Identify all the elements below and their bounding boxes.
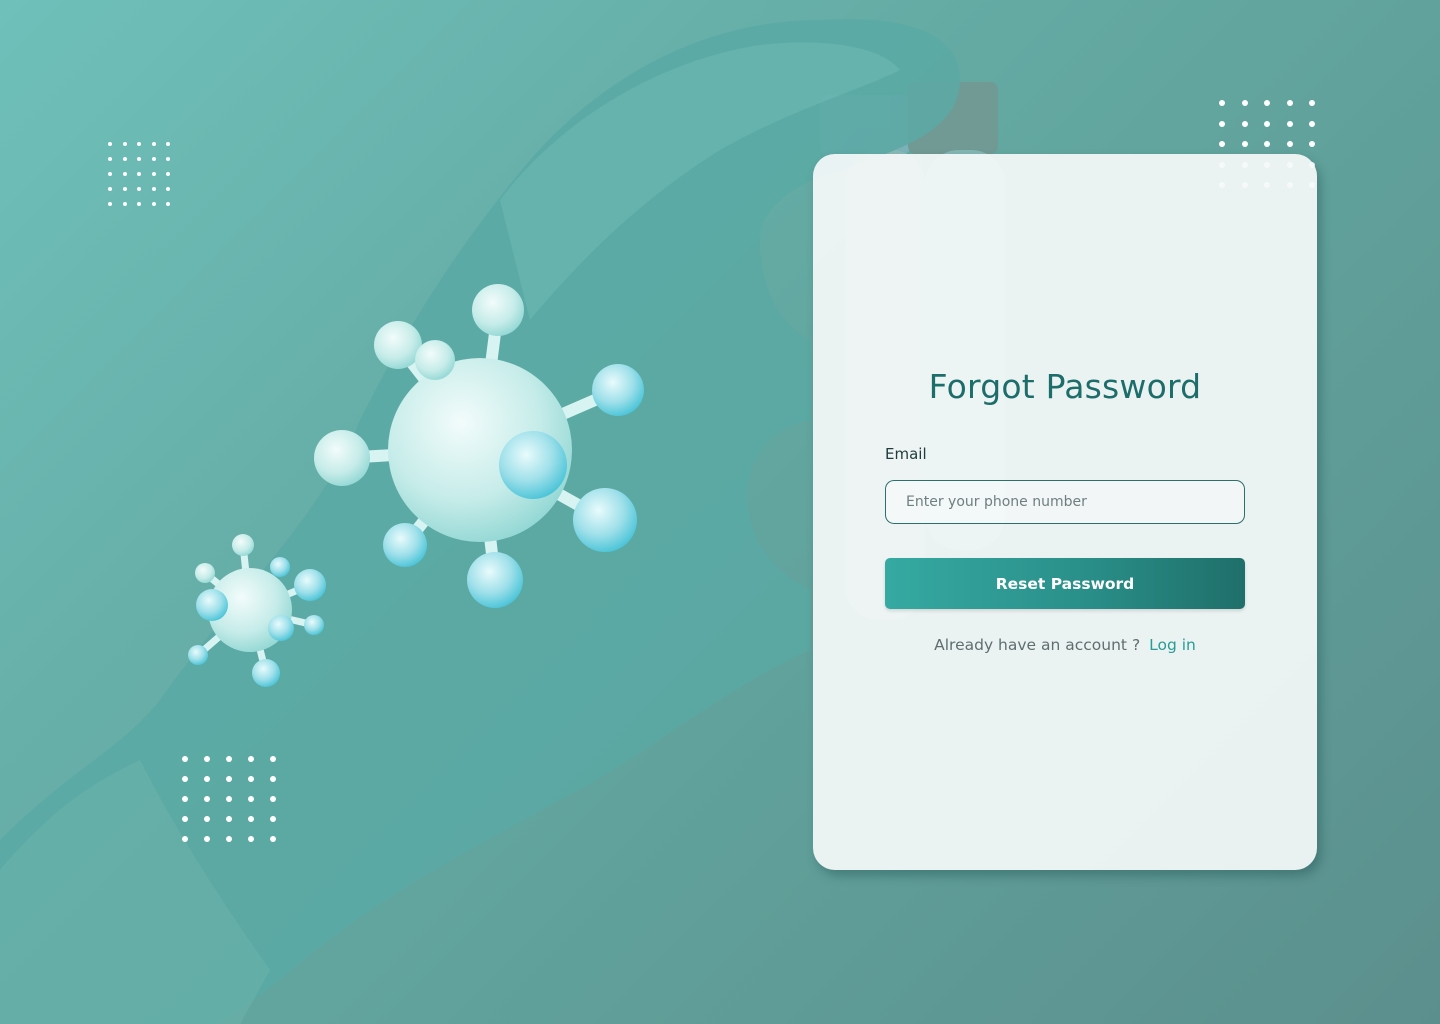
decor-dot [204, 836, 210, 842]
decor-dot [270, 796, 276, 802]
decor-dot [1309, 141, 1315, 147]
decor-dot [1286, 100, 1293, 106]
decor-dot [1241, 100, 1248, 106]
decor-dot [204, 796, 210, 802]
decor-dot [204, 776, 210, 782]
decor-dot [270, 756, 276, 762]
decor-dot [1241, 120, 1248, 127]
email-field-wrapper [885, 480, 1245, 524]
decor-dot [1309, 100, 1315, 106]
decor-dot [270, 776, 276, 782]
decor-dot [248, 816, 254, 822]
decor-dot [1219, 141, 1225, 147]
decor-dot [166, 187, 170, 191]
decor-dot [151, 142, 156, 146]
decor-dot [182, 776, 188, 782]
decor-dot [108, 202, 112, 206]
decor-dot [151, 172, 156, 176]
dot-grid-bottom-left [182, 756, 292, 856]
decor-dot [122, 187, 127, 191]
decor-dot [226, 756, 232, 762]
decor-dot [151, 157, 156, 161]
decor-dot [226, 836, 232, 842]
decor-dot [270, 816, 276, 822]
decor-dot [166, 142, 170, 146]
decor-dot [108, 187, 112, 191]
decor-dot [226, 816, 232, 822]
decor-dot [166, 172, 170, 176]
decor-dot [137, 172, 141, 176]
login-link[interactable]: Log in [1149, 636, 1196, 654]
decor-dot [182, 816, 188, 822]
decor-dot [248, 776, 254, 782]
decor-dot [122, 172, 127, 176]
decor-dot [122, 202, 127, 206]
decor-dot [151, 187, 156, 191]
decor-dot [1219, 100, 1225, 106]
login-prompt: Already have an account ? Log in [813, 636, 1317, 654]
decor-dot [226, 776, 232, 782]
decor-dot [137, 157, 141, 161]
reset-password-button[interactable]: Reset Password [885, 558, 1245, 609]
decor-dot [137, 202, 141, 206]
decor-dot [137, 187, 141, 191]
decor-dot [270, 836, 276, 842]
decor-dot [108, 172, 112, 176]
decor-dot [1309, 120, 1315, 127]
decor-dot [166, 202, 170, 206]
decor-dot [204, 756, 210, 762]
decor-dot [248, 796, 254, 802]
decor-dot [1264, 100, 1270, 106]
decor-dot [1241, 141, 1248, 147]
login-prompt-text: Already have an account ? [934, 636, 1141, 654]
decor-dot [1286, 120, 1293, 127]
decor-dot [248, 836, 254, 842]
decor-dot [204, 816, 210, 822]
email-field[interactable] [886, 481, 1244, 523]
decor-dot [1219, 120, 1225, 127]
decor-dot [182, 836, 188, 842]
decor-dot [108, 142, 112, 146]
decor-dot [226, 796, 232, 802]
decor-dot [151, 202, 156, 206]
decor-dot [1264, 141, 1270, 147]
decor-dot [122, 142, 127, 146]
decor-dot [1264, 120, 1270, 127]
decor-dot [137, 142, 141, 146]
decor-dot [248, 756, 254, 762]
decor-dot [122, 157, 127, 161]
dot-grid-top-left [108, 142, 181, 217]
decor-dot [166, 157, 170, 161]
decor-dot [108, 157, 112, 161]
page-title: Forgot Password [928, 367, 1202, 406]
decor-dot [182, 756, 188, 762]
decor-dot [182, 796, 188, 802]
decor-dot [1286, 141, 1293, 147]
email-label: Email [885, 445, 927, 463]
